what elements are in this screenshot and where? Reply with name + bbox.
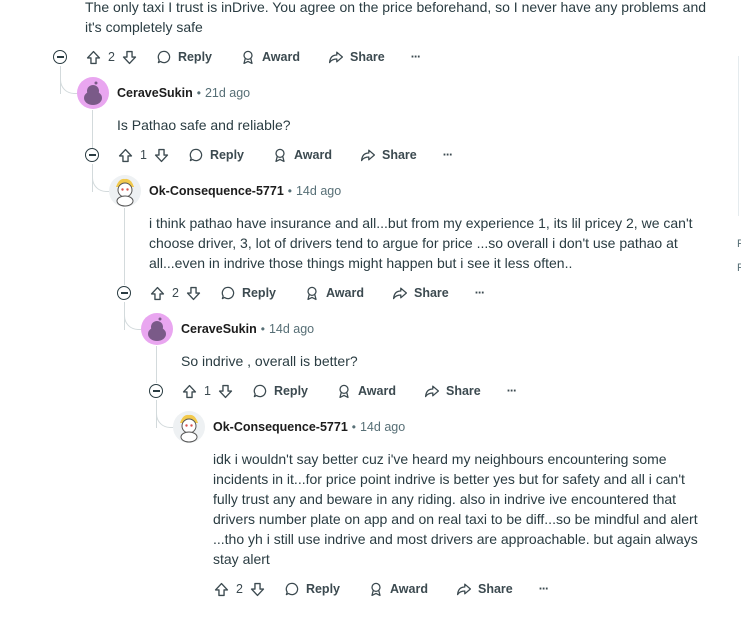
comment-icon	[253, 384, 267, 398]
comment-actions: 1 Reply Award Share ···	[181, 379, 517, 403]
avatar[interactable]	[173, 411, 205, 443]
award-button[interactable]: Award	[368, 581, 428, 597]
reply-button[interactable]: Reply	[188, 147, 244, 163]
thread-line-c2	[124, 208, 125, 285]
vote-count: 2	[236, 582, 243, 596]
separator-dot: •	[351, 420, 356, 434]
snoo-avatar-icon	[116, 178, 134, 207]
reply-button[interactable]: Reply	[284, 581, 340, 597]
avatar[interactable]	[141, 313, 173, 345]
comment-body: So indrive , overall is better?	[181, 353, 358, 369]
upvote-icon[interactable]	[85, 49, 102, 66]
share-icon	[328, 51, 344, 64]
separator-dot: •	[260, 322, 265, 336]
snoo-avatar-icon	[180, 414, 198, 443]
reply-button[interactable]: Reply	[156, 49, 212, 65]
collapse-thread-button[interactable]	[53, 50, 67, 64]
downvote-icon[interactable]	[185, 285, 202, 302]
vote-group: 2	[149, 285, 202, 302]
comment-icon	[221, 286, 235, 300]
avatar[interactable]	[109, 175, 141, 207]
comment-actions: 2 Reply Award Share ···	[85, 45, 421, 69]
award-button[interactable]: Award	[336, 383, 396, 399]
collapse-thread-button[interactable]	[85, 148, 99, 162]
comment-icon	[189, 148, 203, 162]
more-options-button[interactable]: ···	[443, 148, 453, 162]
award-button[interactable]: Award	[304, 285, 364, 301]
share-button[interactable]: Share	[424, 383, 481, 399]
avatar[interactable]	[77, 77, 109, 109]
comment-body: The only taxi I trust is inDrive. You ag…	[85, 0, 707, 35]
share-button[interactable]: Share	[392, 285, 449, 301]
separator-dot: •	[196, 86, 201, 100]
snoo-avatar-icon	[148, 317, 166, 341]
comment-actions: 2 Reply Award Share ···	[149, 281, 485, 305]
more-options-button[interactable]: ···	[475, 286, 485, 300]
thread-line-c1	[92, 110, 93, 148]
comment-body: Is Pathao safe and reliable?	[117, 117, 291, 133]
vote-group: 1	[117, 147, 170, 164]
snoo-avatar-icon	[84, 81, 102, 105]
more-options-button[interactable]: ···	[411, 50, 421, 64]
reply-button[interactable]: Reply	[252, 383, 308, 399]
upvote-icon[interactable]	[149, 285, 166, 302]
vote-count: 1	[140, 148, 147, 162]
collapse-thread-button[interactable]	[117, 286, 131, 300]
upvote-icon[interactable]	[181, 383, 198, 400]
share-icon	[424, 385, 440, 398]
comment-actions: 1 Reply Award Share ···	[117, 143, 453, 167]
award-icon	[275, 148, 285, 163]
reply-button[interactable]: Reply	[220, 285, 276, 301]
share-icon	[360, 149, 376, 162]
sidebar-fragment: F	[737, 238, 741, 250]
downvote-icon[interactable]	[121, 49, 138, 66]
vote-count: 2	[172, 286, 179, 300]
award-icon	[307, 286, 317, 301]
comment-icon	[285, 582, 299, 596]
comment-meta: CeraveSukin • 21d ago	[117, 83, 250, 103]
vote-count: 2	[108, 50, 115, 64]
share-icon	[392, 287, 408, 300]
more-options-button[interactable]: ···	[507, 384, 517, 398]
vote-group: 2	[85, 49, 138, 66]
downvote-icon[interactable]	[217, 383, 234, 400]
timestamp[interactable]: 21d ago	[205, 86, 250, 100]
comment-meta: Ok-Consequence-5771 • 14d ago	[149, 181, 341, 201]
timestamp[interactable]: 14d ago	[296, 184, 341, 198]
award-icon	[243, 50, 253, 65]
vote-group: 1	[181, 383, 234, 400]
comment-body: idk i wouldn't say better cuz i've heard…	[213, 451, 698, 567]
separator-dot: •	[287, 184, 292, 198]
username[interactable]: CeraveSukin	[117, 86, 193, 100]
username[interactable]: CeraveSukin	[181, 322, 257, 336]
share-button[interactable]: Share	[360, 147, 417, 163]
username[interactable]: Ok-Consequence-5771	[149, 184, 284, 198]
upvote-icon[interactable]	[117, 147, 134, 164]
username[interactable]: Ok-Consequence-5771	[213, 420, 348, 434]
thread-line-c3	[156, 346, 157, 383]
comment-meta: Ok-Consequence-5771 • 14d ago	[213, 417, 405, 437]
award-button[interactable]: Award	[240, 49, 300, 65]
comment-icon	[157, 50, 171, 64]
award-icon	[371, 582, 381, 597]
share-icon	[456, 583, 472, 596]
award-button[interactable]: Award	[272, 147, 332, 163]
collapse-thread-button[interactable]	[149, 384, 163, 398]
award-icon	[339, 384, 349, 399]
comment-body: i think pathao have insurance and all...…	[149, 215, 693, 271]
comment-actions: 2 Reply Award Share ···	[213, 577, 549, 601]
comment-meta: CeraveSukin • 14d ago	[181, 319, 314, 339]
vote-count: 1	[204, 384, 211, 398]
downvote-icon[interactable]	[249, 581, 266, 598]
share-button[interactable]: Share	[456, 581, 513, 597]
sidebar-fragment: F	[737, 262, 741, 274]
upvote-icon[interactable]	[213, 581, 230, 598]
downvote-icon[interactable]	[153, 147, 170, 164]
timestamp[interactable]: 14d ago	[360, 420, 405, 434]
more-options-button[interactable]: ···	[539, 582, 549, 596]
sidebar-border	[738, 56, 739, 216]
share-button[interactable]: Share	[328, 49, 385, 65]
vote-group: 2	[213, 581, 266, 598]
timestamp[interactable]: 14d ago	[269, 322, 314, 336]
